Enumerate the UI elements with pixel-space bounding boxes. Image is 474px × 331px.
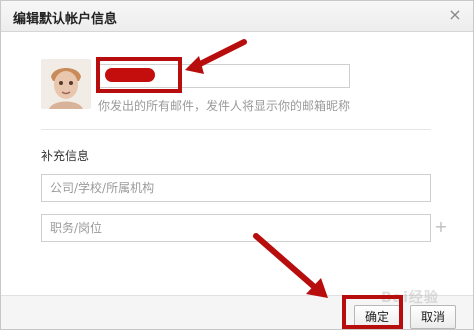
plus-icon[interactable]: + (434, 219, 448, 235)
dialog-title: 编辑默认帐户信息 (13, 12, 118, 27)
nickname-hint: 你发出的所有邮件，发件人将显示你的邮箱昵称 (98, 99, 351, 113)
organization-input[interactable]: 公司/学校/所属机构 (41, 174, 431, 202)
annotation-arrows (185, 39, 328, 298)
watermark-logo: Bai经验 (381, 290, 439, 306)
extra-info-label: 补充信息 (41, 149, 90, 163)
avatar-icon (41, 59, 91, 109)
position-input[interactable]: 职务/岗位 (41, 214, 431, 242)
arrow-to-ok (253, 233, 328, 298)
account-info-dialog: 编辑默认帐户信息 × 你发出的所有邮件，发件人将显示你的邮箱昵称 补充信息 公司… (0, 0, 474, 330)
close-icon[interactable]: × (447, 7, 463, 23)
ok-button[interactable]: 确定 (354, 305, 400, 329)
cancel-button[interactable]: 取消 (410, 305, 456, 329)
titlebar: 编辑默认帐户信息 × (1, 1, 473, 32)
redacted-name (105, 68, 155, 82)
section-divider (41, 129, 431, 130)
